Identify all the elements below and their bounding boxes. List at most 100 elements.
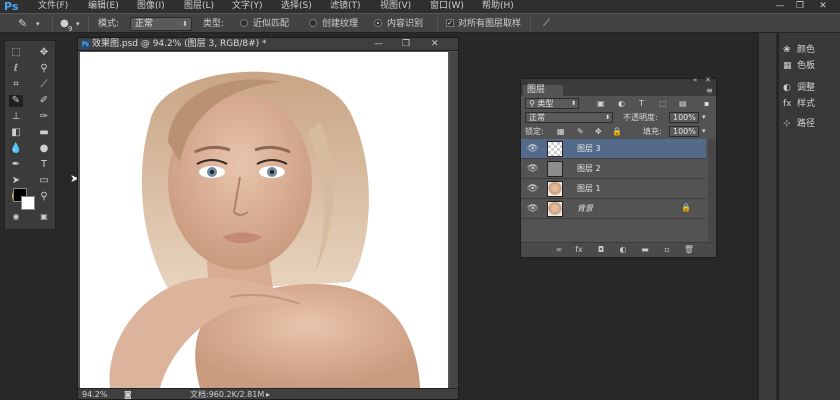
sample-all-layers-checkbox[interactable]: ✓ bbox=[446, 19, 454, 27]
lock-pixels-icon[interactable]: ✎ bbox=[577, 126, 584, 137]
minimize-button[interactable]: — bbox=[772, 0, 788, 12]
menu-window[interactable]: 窗口(W) bbox=[430, 0, 464, 13]
blend-mode-select[interactable]: 正常 ⬍ bbox=[525, 112, 613, 123]
tab-layers[interactable]: 图层 bbox=[523, 85, 563, 96]
new-group-icon[interactable]: ▬ bbox=[639, 244, 651, 256]
smart-filter-icon[interactable]: ▤ bbox=[679, 98, 687, 109]
dock-paths[interactable]: ⊹ 路径 bbox=[783, 117, 815, 131]
healing-brush-tool-icon[interactable]: ✎ bbox=[9, 95, 23, 107]
layer-row-2[interactable]: 👁 图层 2 bbox=[521, 159, 706, 179]
layer-list-scrollbar[interactable] bbox=[708, 139, 716, 241]
dock-swatches[interactable]: ▦ 色板 bbox=[783, 59, 815, 73]
panel-menu-icon[interactable]: ≡ bbox=[706, 85, 713, 96]
history-brush-icon[interactable]: ✑ bbox=[37, 111, 51, 123]
brush-icon[interactable]: ✐ bbox=[37, 95, 51, 107]
crop-icon[interactable]: ⌗ bbox=[9, 79, 23, 91]
fill-input[interactable]: 100% bbox=[669, 126, 699, 137]
lasso-icon[interactable]: ℓ bbox=[9, 63, 23, 75]
menu-file[interactable]: 文件(F) bbox=[38, 0, 68, 13]
menu-edit[interactable]: 编辑(E) bbox=[88, 0, 119, 13]
gradient-icon[interactable]: ▬ bbox=[37, 127, 51, 139]
opacity-arrow-icon[interactable]: ▾ bbox=[702, 112, 706, 123]
type-tool-icon[interactable]: T bbox=[37, 159, 51, 171]
create-texture-radio[interactable] bbox=[309, 19, 317, 27]
blur-icon[interactable]: 💧 bbox=[9, 143, 23, 155]
mode-select[interactable]: 正常 ⬍ bbox=[130, 17, 192, 31]
vertical-scrollbar[interactable] bbox=[450, 52, 458, 388]
status-menu-arrow-icon[interactable]: ▸ bbox=[266, 389, 270, 400]
close-button[interactable]: ✕ bbox=[815, 0, 831, 12]
visibility-eye-icon[interactable]: 👁 bbox=[527, 204, 538, 214]
blend-mode-value: 正常 bbox=[529, 113, 545, 122]
opacity-input[interactable]: 100% bbox=[669, 112, 699, 123]
dock-adjustments[interactable]: ◐ 调整 bbox=[783, 81, 815, 95]
new-layer-icon[interactable]: ▫ bbox=[661, 244, 673, 256]
eraser-icon[interactable]: ◧ bbox=[9, 127, 23, 139]
adjust-filter-icon[interactable]: ◐ bbox=[618, 98, 625, 109]
menu-image[interactable]: 图像(I) bbox=[137, 0, 165, 13]
content-aware-radio[interactable] bbox=[374, 19, 382, 27]
menu-type[interactable]: 文字(Y) bbox=[232, 0, 263, 13]
content-aware-label: 内容识别 bbox=[387, 19, 424, 29]
canvas[interactable] bbox=[80, 52, 448, 388]
marquee-icon[interactable]: ⬚ bbox=[9, 47, 23, 59]
fill-arrow-icon[interactable]: ▾ bbox=[702, 126, 706, 137]
dodge-icon[interactable]: ● bbox=[37, 143, 51, 155]
screen-mode-icon[interactable]: ▣ bbox=[37, 211, 51, 223]
filter-toggle-icon[interactable]: ▪ bbox=[704, 98, 709, 109]
healing-brush-icon[interactable]: ✎ bbox=[18, 17, 27, 31]
delete-layer-icon[interactable]: 🗑 bbox=[683, 244, 695, 256]
layer-row-1[interactable]: 👁 图层 1 bbox=[521, 179, 706, 199]
dock-color[interactable]: ❀ 颜色 bbox=[783, 43, 815, 57]
path-select-icon[interactable]: ➤ bbox=[9, 175, 23, 187]
lock-position-icon[interactable]: ✥ bbox=[595, 126, 602, 137]
document-tab[interactable]: Ps 效果图.psd @ 94.2% (图层 3, RGB/8#) * — ❐ … bbox=[78, 38, 458, 51]
restore-button[interactable]: ❐ bbox=[792, 0, 808, 12]
quick-select-icon[interactable]: ⚲ bbox=[37, 63, 51, 75]
background-color-swatch[interactable] bbox=[21, 196, 35, 210]
brush-picker-arrow-icon[interactable]: ▾ bbox=[76, 17, 80, 31]
menu-layer[interactable]: 图层(L) bbox=[184, 0, 214, 13]
layer-row-background[interactable]: 👁 背景 🔒 bbox=[521, 199, 706, 219]
lock-all-icon[interactable]: 🔒 bbox=[612, 126, 622, 137]
document-window: Ps 效果图.psd @ 94.2% (图层 3, RGB/8#) * — ❐ … bbox=[77, 37, 459, 400]
menu-view[interactable]: 视图(V) bbox=[380, 0, 411, 13]
visibility-eye-icon[interactable]: 👁 bbox=[527, 144, 538, 154]
dock-styles[interactable]: fx 样式 bbox=[783, 97, 815, 111]
adjustment-layer-icon[interactable]: ◐ bbox=[617, 244, 629, 256]
shape-filter-icon[interactable]: ⬚ bbox=[659, 98, 667, 109]
pen-icon[interactable]: ✒ bbox=[9, 159, 23, 171]
eyedropper-icon[interactable]: ⟋ bbox=[37, 79, 51, 91]
mode-value: 正常 bbox=[135, 19, 154, 29]
add-mask-icon[interactable]: ◘ bbox=[595, 244, 607, 256]
menu-help[interactable]: 帮助(H) bbox=[482, 0, 514, 13]
menu-select[interactable]: 选择(S) bbox=[281, 0, 312, 13]
lock-transparent-icon[interactable]: ▦ bbox=[557, 126, 565, 137]
status-icon[interactable]: ◙ bbox=[124, 389, 132, 400]
pressure-size-icon[interactable]: ⟋ bbox=[543, 17, 550, 31]
zoom-level[interactable]: 94.2% bbox=[82, 389, 107, 400]
filter-kind-select[interactable]: ⚲ 类型 ⬍ bbox=[525, 98, 579, 109]
quick-mask-icon[interactable]: ◉ bbox=[9, 211, 23, 223]
menu-filter[interactable]: 滤镜(T) bbox=[330, 0, 361, 13]
link-layers-icon[interactable]: ∞ bbox=[553, 244, 565, 256]
doc-restore-icon[interactable]: ❐ bbox=[402, 38, 410, 51]
rectangle-icon[interactable]: ▭ bbox=[37, 175, 51, 187]
zoom-icon[interactable]: ⚲ bbox=[37, 191, 51, 203]
move-icon[interactable]: ✥ bbox=[37, 47, 51, 59]
visibility-eye-icon[interactable]: 👁 bbox=[527, 184, 538, 194]
layer-style-icon[interactable]: fx bbox=[573, 244, 585, 256]
layer-row-3[interactable]: 👁 图层 3 bbox=[521, 139, 706, 159]
visibility-eye-icon[interactable]: 👁 bbox=[527, 164, 538, 174]
collapse-icon[interactable]: « bbox=[693, 76, 697, 84]
tool-preset-arrow-icon[interactable]: ▾ bbox=[36, 17, 40, 31]
doc-minimize-icon[interactable]: — bbox=[374, 38, 383, 51]
proximity-match-label: 近似匹配 bbox=[253, 19, 290, 29]
proximity-match-radio[interactable] bbox=[240, 19, 248, 27]
clone-stamp-icon[interactable]: ⊥ bbox=[9, 111, 23, 123]
layer-thumbnail bbox=[547, 181, 563, 197]
pixel-filter-icon[interactable]: ▣ bbox=[597, 98, 605, 109]
doc-close-icon[interactable]: ✕ bbox=[431, 38, 439, 51]
type-filter-icon[interactable]: T bbox=[639, 98, 644, 109]
panel-close-icon[interactable]: ✕ bbox=[705, 76, 711, 84]
